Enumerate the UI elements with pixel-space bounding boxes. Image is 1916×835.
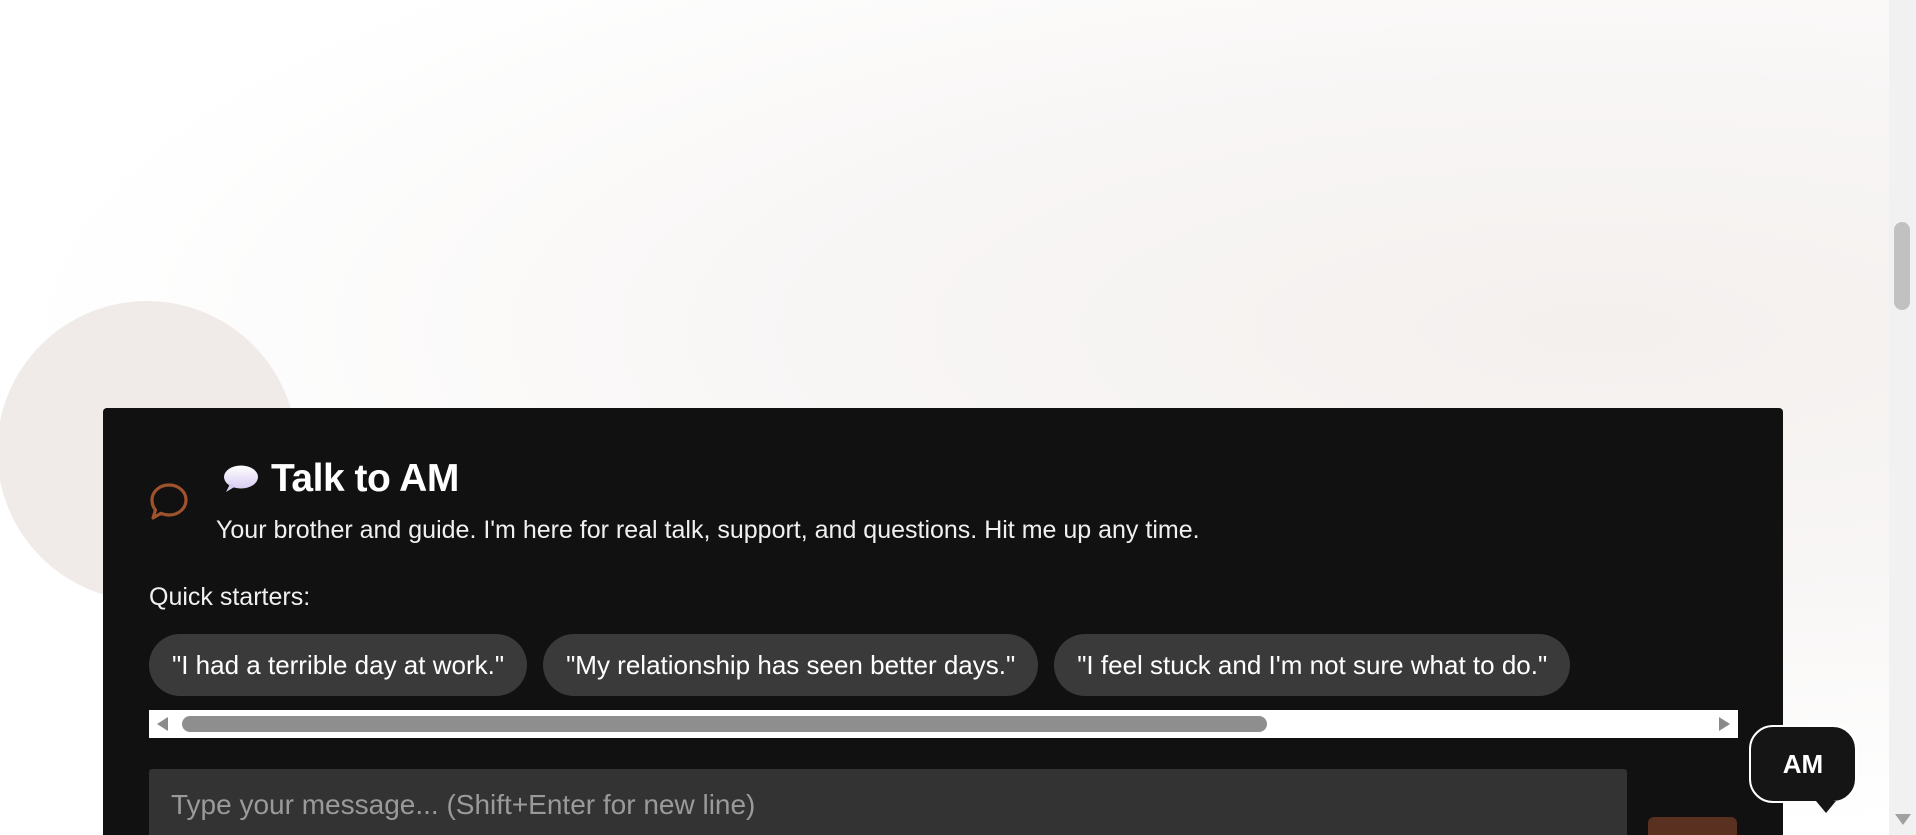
quick-starter-chip-relationship[interactable]: "My relationship has seen better days.": [543, 634, 1039, 696]
am-avatar-button[interactable]: AM: [1749, 725, 1857, 803]
quick-starters-list: "I had a terrible day at work." "My rela…: [149, 634, 1571, 696]
message-input[interactable]: [149, 769, 1627, 835]
chat-subtitle: Your brother and guide. I'm here for rea…: [216, 516, 1200, 544]
scroll-down-arrow-icon[interactable]: [1895, 814, 1911, 825]
quick-starter-chip-terrible-day[interactable]: "I had a terrible day at work.": [149, 634, 528, 696]
scroll-right-arrow-icon[interactable]: [1719, 717, 1730, 731]
chat-panel: Talk to AM Your brother and guide. I'm h…: [103, 408, 1783, 835]
chat-bubble-icon: [150, 483, 188, 520]
am-badge-tail: [1816, 801, 1836, 813]
page-scrollbar-thumb[interactable]: [1894, 222, 1910, 310]
scrollbar-thumb[interactable]: [182, 716, 1267, 732]
send-button[interactable]: [1648, 817, 1737, 835]
chat-title: Talk to AM: [271, 457, 459, 500]
speech-balloon-icon: [224, 465, 258, 492]
page: Talk to AM Your brother and guide. I'm h…: [0, 0, 1916, 835]
quick-starters-scrollbar[interactable]: [149, 710, 1738, 738]
page-scrollbar[interactable]: [1889, 0, 1916, 835]
quick-starter-chip-feel-stuck[interactable]: "I feel stuck and I'm not sure what to d…: [1054, 634, 1571, 696]
chat-header: Talk to AM: [221, 457, 459, 501]
scroll-left-arrow-icon[interactable]: [157, 717, 168, 731]
quick-starters-label: Quick starters:: [149, 583, 311, 611]
